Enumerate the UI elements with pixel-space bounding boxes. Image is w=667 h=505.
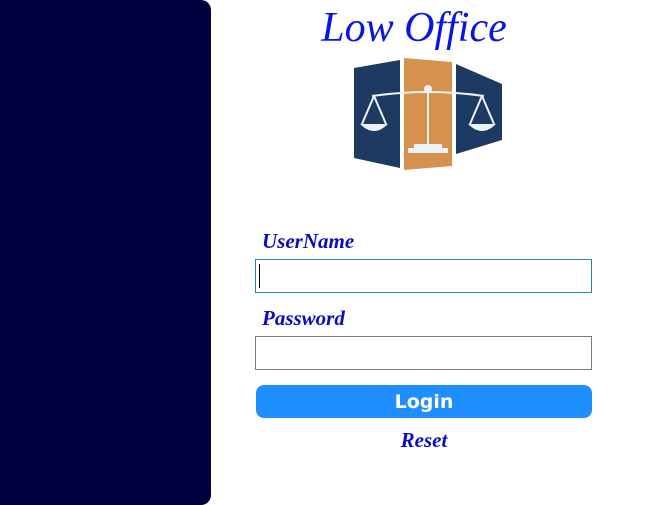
login-page: Low Office UserName Password Login Reset [0, 0, 667, 505]
reset-link[interactable]: Reset [256, 428, 592, 453]
password-field[interactable] [255, 336, 592, 370]
password-label: Password [262, 306, 345, 330]
app-title: Low Office [321, 5, 507, 51]
scales-of-justice-icon [354, 58, 502, 170]
side-panel [0, 0, 211, 505]
username-field[interactable] [255, 259, 592, 293]
login-button[interactable]: Login [256, 385, 592, 418]
text-cursor [259, 264, 260, 288]
username-label: UserName [262, 229, 355, 253]
